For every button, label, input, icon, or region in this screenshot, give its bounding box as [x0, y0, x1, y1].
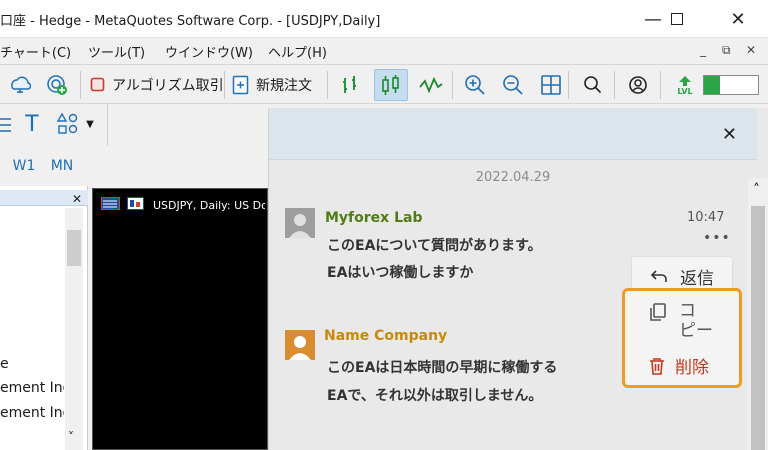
- account-icon[interactable]: [622, 69, 654, 101]
- search-icon[interactable]: [578, 69, 608, 101]
- message-text-line: EAで、それ以外は取引しません。: [327, 388, 543, 404]
- candlestick-icon[interactable]: [374, 69, 408, 101]
- timeframe-mn[interactable]: MN: [44, 152, 80, 180]
- scroll-down-icon[interactable]: ˅: [68, 430, 74, 444]
- level-indicator: LVL: [672, 69, 698, 101]
- trash-icon: [650, 357, 664, 375]
- message-text-line: このEAは日本時間の早期に稼働する: [327, 360, 558, 376]
- new-order-button[interactable]: 新規注文: [232, 69, 312, 101]
- message-context-menu: コ ピー 削除: [622, 288, 742, 388]
- tile-windows-icon[interactable]: [536, 69, 566, 101]
- menu-tools[interactable]: ツール(T): [88, 42, 145, 61]
- message-author: Myforex Lab: [325, 210, 423, 226]
- mdi-close-button[interactable]: ✕: [746, 43, 756, 57]
- window-title: 口座 - Hedge - MetaQuotes Software Corp. -…: [0, 14, 381, 29]
- chart-grid-icon: [101, 197, 120, 210]
- navigator-item[interactable]: ement Ind: [0, 380, 64, 396]
- chart-window[interactable]: USDJPY, Daily: US Dollar vs Japanese Yen: [92, 188, 268, 450]
- copy-label-line2: ピー: [679, 321, 713, 341]
- stop-icon: [90, 77, 105, 92]
- line-chart-icon[interactable]: [416, 69, 446, 101]
- algo-trading-button[interactable]: アルゴリズム取引: [90, 69, 224, 101]
- zoom-in-icon[interactable]: [460, 69, 490, 101]
- chat-panel: ✕ 2022.04.29 Myforex Lab 10:47 このEAについて質…: [268, 108, 768, 450]
- new-order-icon: [232, 75, 249, 95]
- menu-bar: チャート(C) ツール(T) ウインドウ(W) ヘルプ(H) _ ⧉ ✕: [0, 38, 768, 64]
- avatar: [285, 208, 315, 238]
- reply-label: 返信: [680, 268, 714, 289]
- mdi-minimize-button[interactable]: _: [700, 43, 706, 57]
- chat-scrollbar[interactable]: ˄: [748, 178, 768, 450]
- text-tool-icon[interactable]: T: [14, 110, 50, 138]
- message-text-line: このEAについて質問があります。: [327, 238, 542, 254]
- delete-label: 削除: [675, 358, 709, 378]
- navigator-close-button[interactable]: ✕: [72, 192, 82, 206]
- drawing-toolbar: T ▼: [0, 104, 108, 146]
- maximize-button[interactable]: [654, 0, 700, 38]
- scroll-up-icon[interactable]: ˄: [753, 182, 760, 198]
- timeframe-toolbar: W1 MN: [0, 146, 90, 186]
- timeframe-separator: [0, 152, 2, 180]
- chat-header: ✕: [269, 108, 757, 160]
- avatar: [285, 330, 315, 360]
- new-order-label: 新規注文: [256, 78, 312, 94]
- title-bar: 口座 - Hedge - MetaQuotes Software Corp. -…: [0, 0, 768, 38]
- navigator-panel: ✕ ˅ e ement Ind ement Ind: [0, 186, 88, 450]
- navigator-scrollbar[interactable]: ˅: [65, 208, 83, 450]
- signals-icon[interactable]: [42, 69, 72, 101]
- copy-icon: [650, 303, 666, 321]
- chat-scroll-thumb[interactable]: [751, 206, 765, 450]
- chat-date: 2022.04.29: [475, 170, 551, 185]
- algo-trading-label: アルゴリズム取引: [112, 78, 224, 94]
- chevron-down-icon[interactable]: ▼: [80, 110, 100, 138]
- zoom-out-icon[interactable]: [498, 69, 528, 101]
- signal-strength-fill: [704, 76, 720, 94]
- delete-menu-item[interactable]: 削除: [649, 353, 709, 378]
- message-time: 10:47: [687, 210, 725, 225]
- navigator-item[interactable]: ement Ind: [0, 405, 64, 421]
- bar-chart-icon[interactable]: [336, 69, 366, 101]
- chart-symbol-label: USDJPY, Daily: US Dollar vs Japanese Yen: [153, 199, 265, 212]
- chart-indicator-icon: [127, 197, 144, 210]
- menu-chart[interactable]: チャート(C): [0, 42, 71, 61]
- message-text-line: EAはいつ稼働しますか: [327, 265, 474, 281]
- cloud-icon[interactable]: [4, 69, 34, 101]
- timeframe-w1[interactable]: W1: [6, 152, 42, 180]
- level-up-icon: [679, 75, 691, 86]
- signal-strength-bar: [703, 75, 759, 95]
- message-author: Name Company: [324, 328, 448, 344]
- main-toolbar: アルゴリズム取引 新規注文 LVL: [0, 64, 768, 104]
- close-window-button[interactable]: ✕: [715, 0, 761, 38]
- maximize-icon: [671, 13, 683, 25]
- navigator-item[interactable]: e: [0, 356, 64, 372]
- navigator-scroll-thumb[interactable]: [67, 230, 81, 266]
- close-icon[interactable]: ✕: [722, 124, 737, 145]
- navigator-header: ✕: [0, 190, 88, 206]
- copy-label-line1: コ: [679, 301, 696, 321]
- message-more-icon[interactable]: •••: [703, 230, 731, 246]
- menu-window[interactable]: ウインドウ(W): [165, 42, 253, 61]
- chart-label-clip: USDJPY, Daily: US Dollar vs Japanese Yen: [153, 198, 265, 212]
- menu-help[interactable]: ヘルプ(H): [268, 42, 327, 61]
- level-label: LVL: [677, 86, 693, 96]
- mdi-restore-button[interactable]: ⧉: [722, 43, 731, 58]
- reply-icon: [650, 270, 667, 282]
